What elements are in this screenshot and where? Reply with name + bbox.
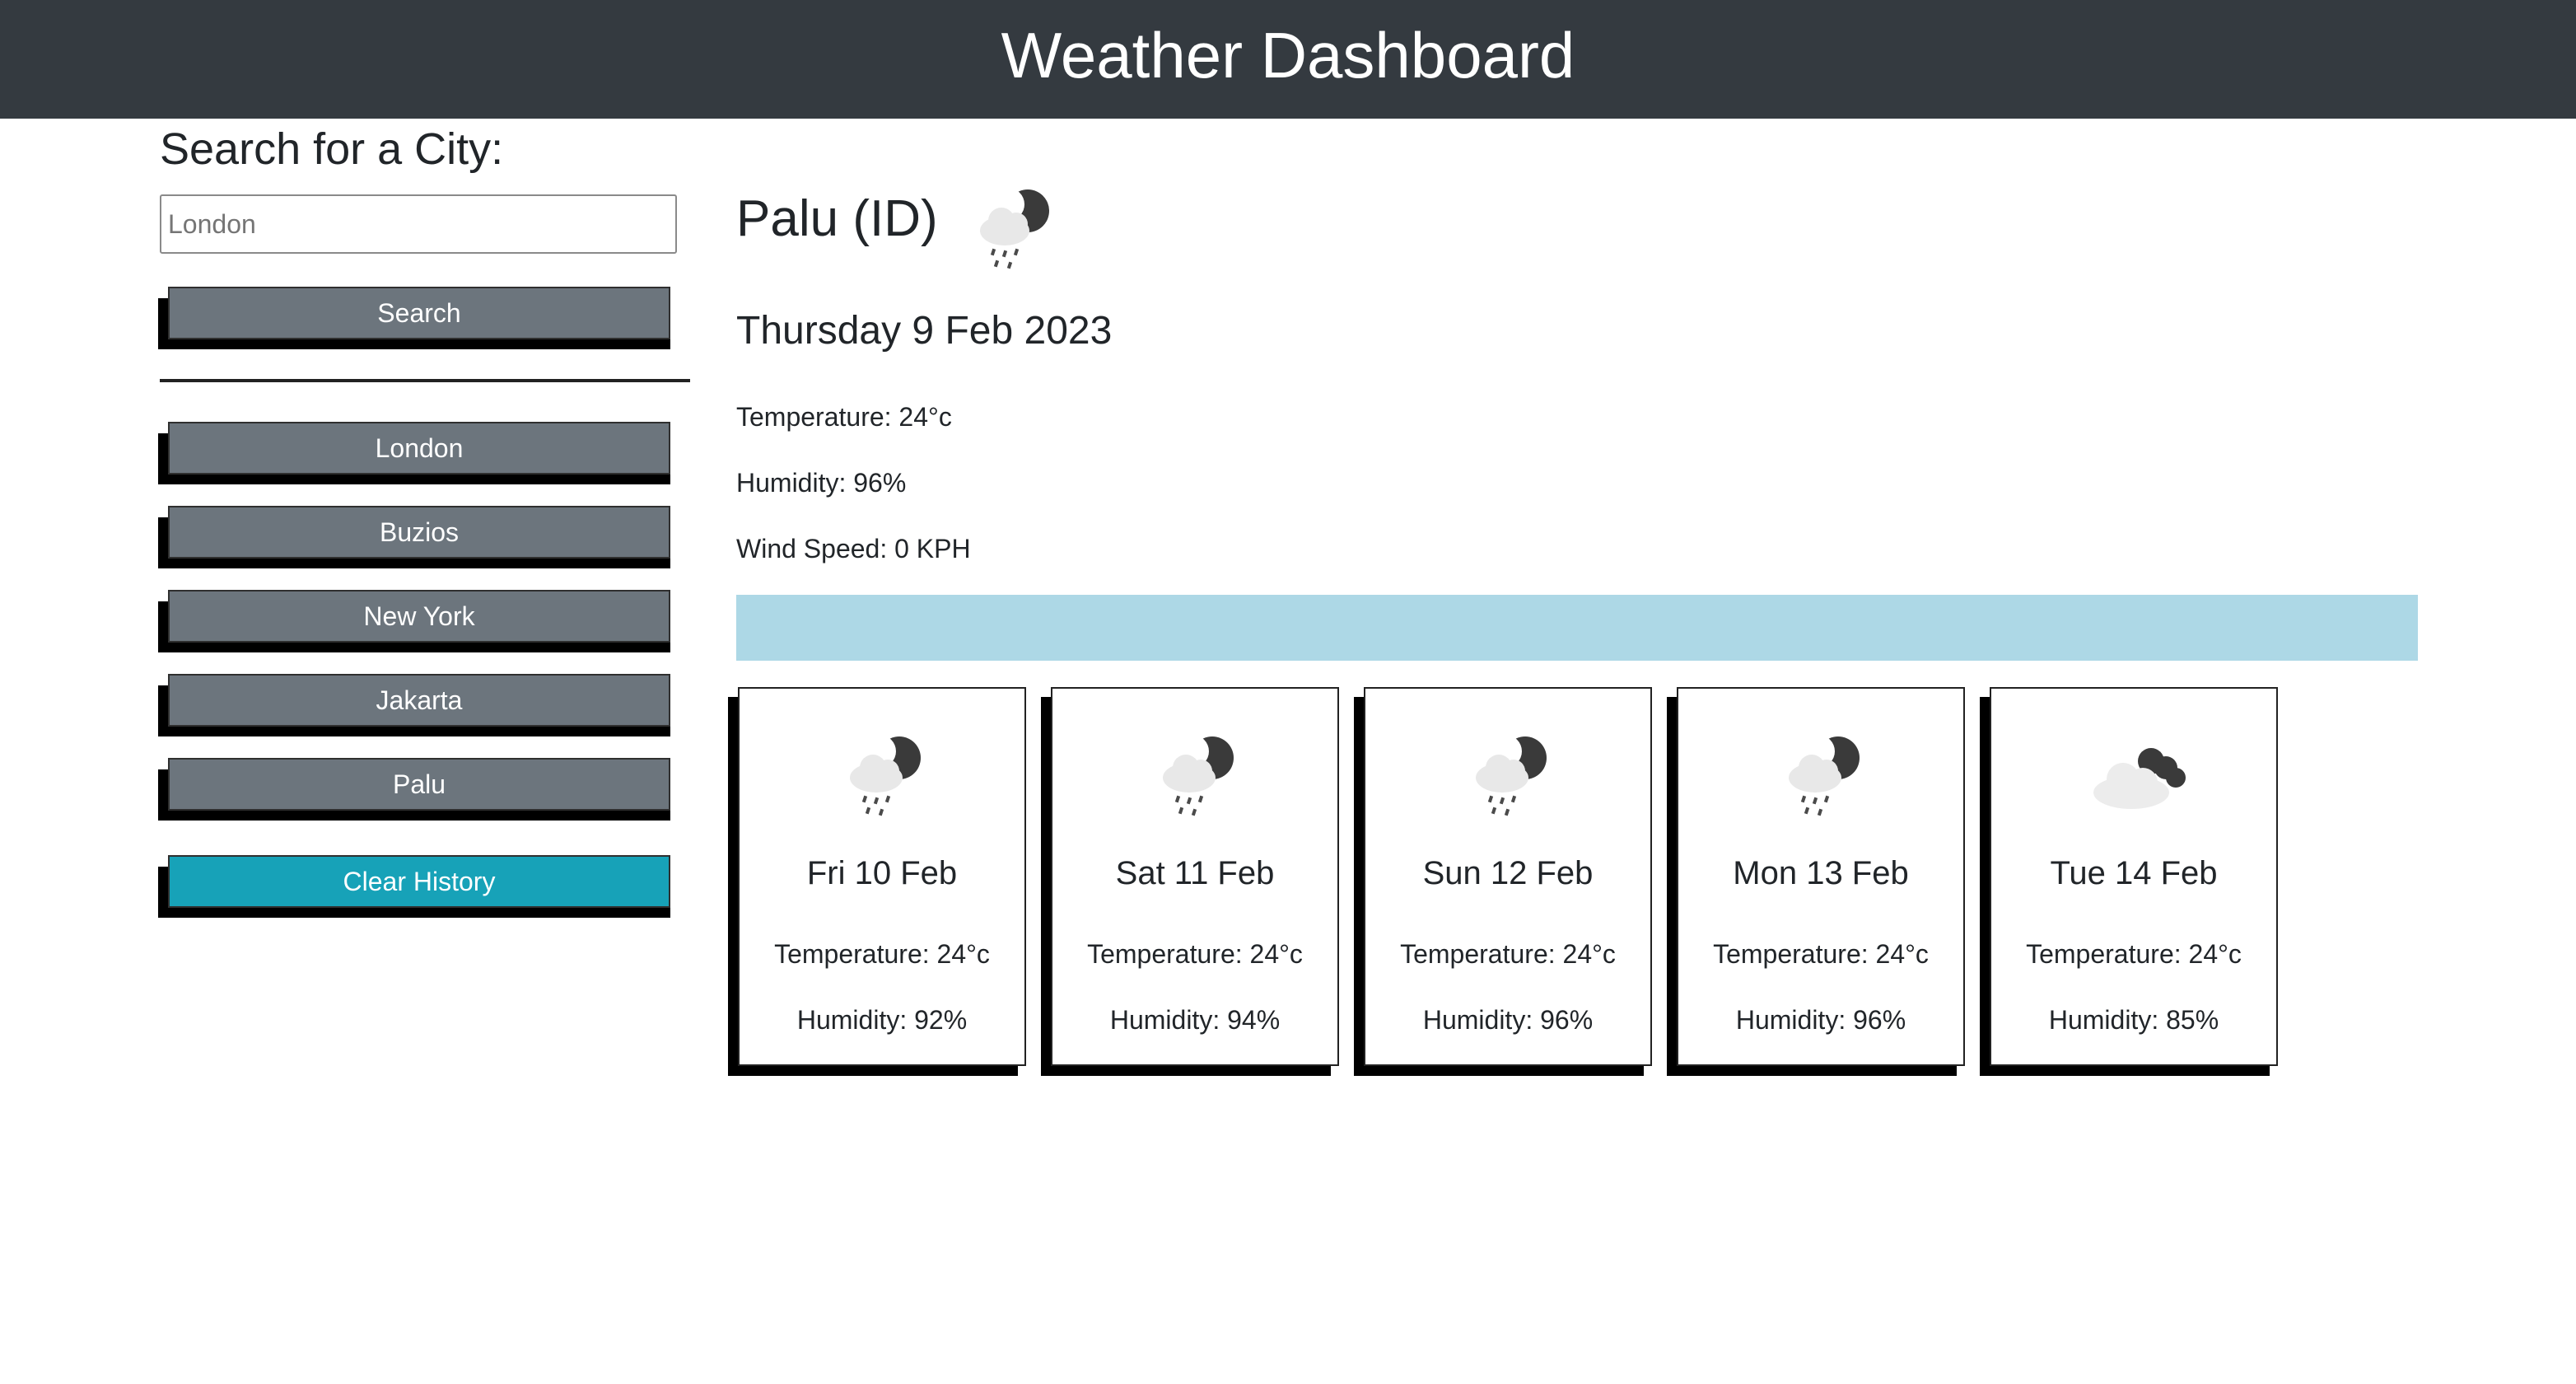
app-header: Weather Dashboard	[0, 0, 2576, 119]
search-button[interactable]: Search	[168, 287, 670, 339]
forecast-humidity: Humidity: 85%	[2048, 1005, 2219, 1035]
forecast-temperature: Temperature: 24°c	[774, 939, 990, 969]
rain-night-icon	[1456, 728, 1563, 823]
rain-night-icon	[1143, 728, 1250, 823]
forecast-date: Fri 10 Feb	[806, 855, 958, 891]
forecast-temperature: Temperature: 24°c	[2026, 939, 2242, 969]
forecast-card: Fri 10 Feb Temperature: 24°c Humidity: 9…	[728, 687, 1048, 1078]
history-item-london: London	[158, 422, 677, 484]
forecast-temperature: Temperature: 24°c	[1713, 939, 1929, 969]
history-button-new-york[interactable]: New York	[168, 590, 670, 643]
forecast-card-body: Tue 14 Feb Temperature: 24°c Humidity: 8…	[1990, 687, 2278, 1066]
search-button-wrap: Search	[158, 287, 677, 349]
current-humidity: Humidity: 96%	[736, 468, 907, 498]
history-item-palu: Palu	[158, 758, 677, 821]
current-city-title: Palu (ID)	[736, 190, 938, 247]
forecast-card: Mon 13 Feb Temperature: 24°c Humidity: 9…	[1667, 687, 1986, 1078]
history-button-buzios[interactable]: Buzios	[168, 506, 670, 559]
history-button-london[interactable]: London	[168, 422, 670, 475]
forecast-card-body: Sun 12 Feb Temperature: 24°c Humidity: 9…	[1364, 687, 1652, 1066]
rain-night-icon	[1769, 728, 1876, 823]
forecast-card: Tue 14 Feb Temperature: 24°c Humidity: 8…	[1980, 687, 2299, 1078]
forecast-header-band	[736, 595, 2418, 661]
forecast-card-body: Mon 13 Feb Temperature: 24°c Humidity: 9…	[1677, 687, 1965, 1066]
city-search-input[interactable]	[160, 194, 677, 254]
history-button-palu[interactable]: Palu	[168, 758, 670, 811]
current-temperature: Temperature: 24°c	[736, 402, 952, 432]
clear-history-wrap: Clear History	[158, 855, 677, 918]
forecast-date: Mon 13 Feb	[1733, 855, 1909, 891]
search-heading: Search for a City:	[160, 124, 504, 174]
forecast-humidity: Humidity: 96%	[1422, 1005, 1594, 1035]
forecast-card: Sat 11 Feb Temperature: 24°c Humidity: 9…	[1041, 687, 1360, 1078]
history-item-buzios: Buzios	[158, 506, 677, 568]
forecast-temperature: Temperature: 24°c	[1400, 939, 1616, 969]
forecast-date: Sat 11 Feb	[1115, 855, 1275, 891]
broken-clouds-icon	[2082, 728, 2197, 823]
forecast-humidity: Humidity: 96%	[1735, 1005, 1906, 1035]
history-button-jakarta[interactable]: Jakarta	[168, 674, 670, 727]
app-title: Weather Dashboard	[1001, 19, 1575, 91]
history-item-jakarta: Jakarta	[158, 674, 677, 736]
forecast-temperature: Temperature: 24°c	[1087, 939, 1303, 969]
forecast-humidity: Humidity: 92%	[796, 1005, 968, 1035]
forecast-date: Tue 14 Feb	[2050, 855, 2218, 891]
sidebar-divider	[160, 379, 690, 382]
forecast-card: Sun 12 Feb Temperature: 24°c Humidity: 9…	[1354, 687, 1673, 1078]
history-item-new-york: New York	[158, 590, 677, 652]
forecast-card-body: Sat 11 Feb Temperature: 24°c Humidity: 9…	[1051, 687, 1339, 1066]
rain-night-icon	[970, 183, 1061, 278]
forecast-card-body: Fri 10 Feb Temperature: 24°c Humidity: 9…	[738, 687, 1026, 1066]
clear-history-button[interactable]: Clear History	[168, 855, 670, 908]
forecast-humidity: Humidity: 94%	[1109, 1005, 1281, 1035]
current-wind-speed: Wind Speed: 0 KPH	[736, 534, 971, 563]
forecast-date: Sun 12 Feb	[1422, 855, 1594, 891]
current-date: Thursday 9 Feb 2023	[736, 309, 1113, 353]
rain-night-icon	[830, 728, 937, 823]
